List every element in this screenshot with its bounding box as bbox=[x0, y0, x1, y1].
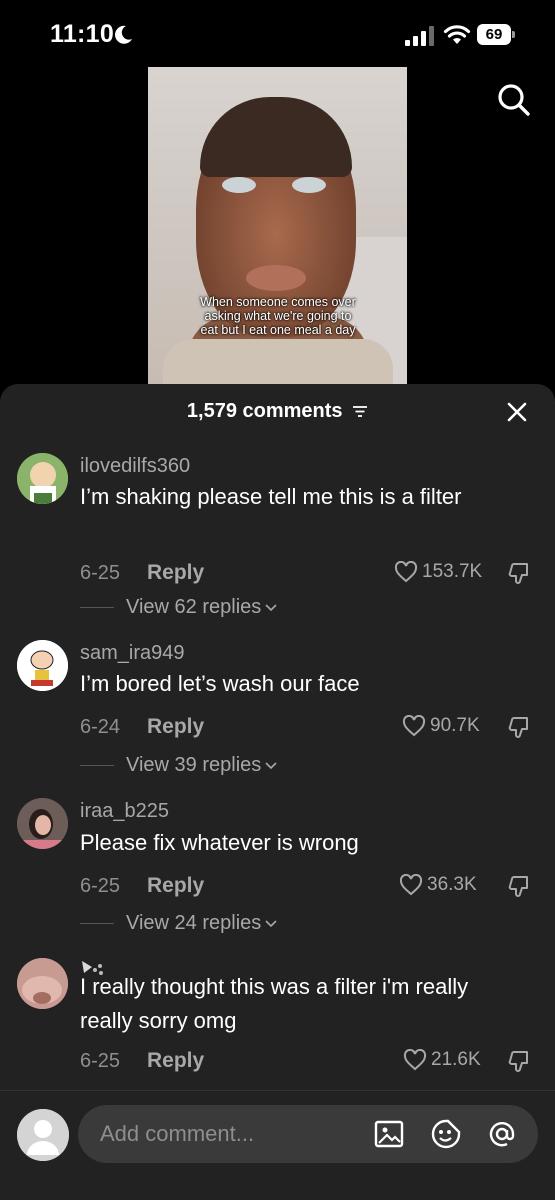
comment-username[interactable]: sam_ira949 bbox=[80, 642, 185, 665]
search-icon[interactable] bbox=[497, 83, 531, 117]
status-time: 11:10 bbox=[50, 20, 115, 48]
video-player[interactable]: When someone comes over asking what we'r… bbox=[148, 67, 407, 387]
comment-text: I’m shaking please tell me this is a fil… bbox=[80, 484, 462, 509]
comment-date: 6-25 bbox=[80, 875, 121, 897]
heart-icon bbox=[394, 561, 418, 583]
view-replies-label: View 62 replies bbox=[126, 596, 262, 618]
reply-button[interactable]: Reply bbox=[147, 561, 204, 585]
dislike-icon[interactable] bbox=[507, 1049, 531, 1073]
avatar[interactable] bbox=[17, 958, 68, 1009]
view-replies-button[interactable]: View 39 replies bbox=[80, 754, 277, 777]
like-count: 153.7K bbox=[422, 561, 483, 582]
comment-text: Please fix whatever is wrong bbox=[80, 830, 359, 855]
comment-username[interactable]: iraa_b225 bbox=[80, 800, 169, 823]
dislike-icon[interactable] bbox=[507, 715, 531, 739]
view-replies-button[interactable]: View 24 replies bbox=[80, 912, 277, 935]
view-replies-label: View 39 replies bbox=[126, 754, 262, 776]
like-count: 90.7K bbox=[430, 715, 480, 736]
heart-icon bbox=[402, 715, 426, 737]
battery-level: 69 bbox=[485, 26, 503, 43]
comment-text: I really thought this was a filter i'm r… bbox=[80, 974, 469, 1033]
comment-count-button[interactable]: 1,579 comments bbox=[0, 400, 555, 423]
battery-indicator: 69 bbox=[477, 24, 515, 45]
dislike-icon[interactable] bbox=[507, 874, 531, 898]
comment-text: I’m bored let’s wash our face bbox=[80, 671, 360, 696]
comment-date: 6-24 bbox=[80, 716, 121, 738]
status-bar: 11:10 69 bbox=[0, 0, 555, 62]
chevron-down-icon bbox=[265, 920, 277, 928]
like-button[interactable]: 90.7K bbox=[402, 715, 480, 737]
like-count: 21.6K bbox=[431, 1049, 481, 1070]
signal-icon bbox=[405, 26, 434, 46]
reply-button[interactable]: Reply bbox=[147, 1049, 204, 1073]
moon-icon bbox=[115, 25, 132, 44]
filter-icon bbox=[353, 406, 368, 418]
image-icon[interactable] bbox=[373, 1118, 405, 1150]
view-replies-label: View 24 replies bbox=[126, 912, 262, 934]
video-caption: When someone comes over asking what we'r… bbox=[200, 295, 356, 337]
avatar[interactable] bbox=[17, 798, 68, 849]
avatar[interactable] bbox=[17, 640, 68, 691]
comments-header: 1,579 comments bbox=[0, 384, 555, 440]
dislike-icon[interactable] bbox=[507, 561, 531, 585]
at-icon[interactable] bbox=[486, 1118, 518, 1150]
view-replies-button[interactable]: View 62 replies bbox=[80, 596, 277, 619]
comment-input-container bbox=[78, 1105, 538, 1163]
comment-date: 6-25 bbox=[80, 1050, 121, 1072]
reply-button[interactable]: Reply bbox=[147, 874, 204, 898]
like-count: 36.3K bbox=[427, 874, 477, 895]
comment-date: 6-25 bbox=[80, 562, 121, 584]
close-icon[interactable] bbox=[506, 401, 528, 423]
emoji-icon[interactable] bbox=[430, 1118, 462, 1150]
like-button[interactable]: 153.7K bbox=[394, 561, 482, 583]
comments-sheet: 1,579 comments ilovedilfs360 I’m shaking… bbox=[0, 384, 555, 1200]
comment-input-bar bbox=[0, 1090, 555, 1200]
chevron-down-icon bbox=[265, 604, 277, 612]
comment-count: 1,579 comments bbox=[186, 400, 343, 422]
wifi-icon bbox=[443, 25, 471, 44]
avatar[interactable] bbox=[17, 453, 68, 504]
reply-button[interactable]: Reply bbox=[147, 715, 204, 739]
chevron-down-icon bbox=[265, 762, 277, 770]
comment-username[interactable]: ilovedilfs360 bbox=[80, 455, 190, 478]
user-avatar[interactable] bbox=[17, 1109, 69, 1161]
comment-input[interactable] bbox=[100, 1119, 360, 1149]
like-button[interactable]: 36.3K bbox=[399, 874, 477, 896]
heart-icon bbox=[399, 874, 423, 896]
like-button[interactable]: 21.6K bbox=[403, 1049, 481, 1071]
heart-icon bbox=[403, 1049, 427, 1071]
